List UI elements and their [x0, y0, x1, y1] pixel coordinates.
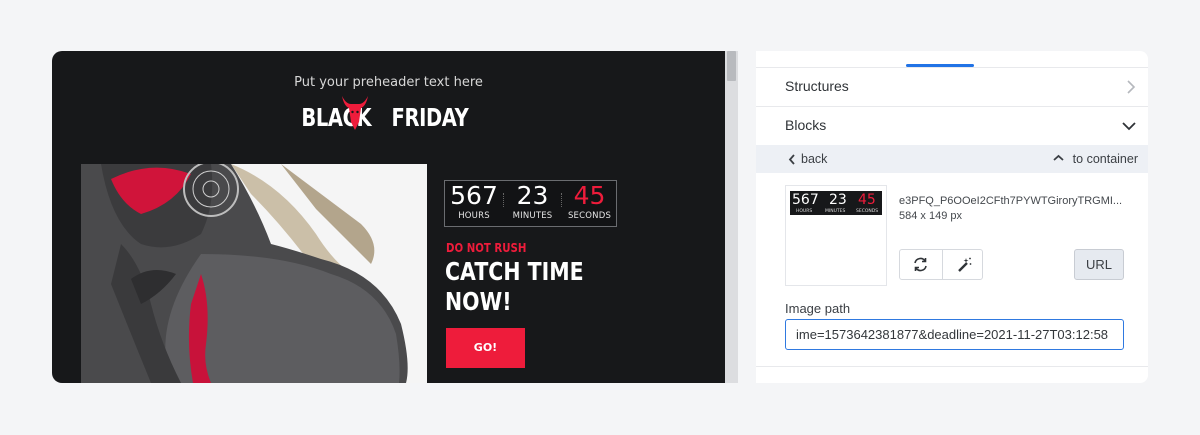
headline: CATCH TIME NOW!: [445, 257, 584, 317]
to-container-link[interactable]: to container: [1073, 152, 1138, 166]
blocks-label: Blocks: [785, 117, 827, 133]
chevron-down-icon: [1122, 122, 1136, 131]
preview-scrollbar[interactable]: [725, 51, 738, 383]
refresh-icon: [914, 257, 927, 272]
divider: [756, 366, 1148, 367]
email-preview: Put your preheader text here BLACK FRIDAY: [52, 51, 725, 383]
image-filename: e3PFQ_P6OOeI2CFth7PYWTGiroryTRGMI...: [899, 195, 1123, 207]
blocks-row[interactable]: Blocks: [756, 106, 1148, 144]
magic-wand-button[interactable]: [942, 250, 983, 279]
preview-scrollbar-thumb[interactable]: [727, 51, 736, 81]
image-thumbnail[interactable]: 567 23 45 HOURS MINUTES SECONDS: [785, 185, 887, 286]
magic-wand-icon: [958, 257, 972, 272]
headline-line-1: CATCH TIME: [445, 257, 584, 286]
navigation-bar: back to container: [756, 145, 1148, 173]
chevron-left-icon: [788, 154, 795, 165]
subheading: DO NOT RUSH: [446, 241, 527, 255]
countdown-minutes: 23 MINUTES: [512, 181, 553, 221]
preheader-text: Put your preheader text here: [294, 75, 483, 90]
countdown-hours: 567 HOURS: [450, 181, 498, 221]
chevron-up-icon: [1053, 154, 1064, 161]
thumbnail-countdown-preview: 567 23 45 HOURS MINUTES SECONDS: [790, 191, 882, 215]
settings-panel: Structures Blocks back to container 567 …: [756, 51, 1148, 383]
structures-label: Structures: [785, 78, 849, 94]
countdown-timer: 567 HOURS 23 MINUTES 45 SECONDS: [444, 180, 617, 227]
image-path-label: Image path: [785, 301, 851, 316]
structures-row[interactable]: Structures: [756, 67, 1148, 105]
go-button[interactable]: GO!: [446, 328, 525, 368]
logo-word-right: FRIDAY: [391, 103, 469, 132]
countdown-seconds: 45 SECONDS: [567, 181, 612, 221]
bull-head-icon: [342, 96, 368, 130]
image-path-input[interactable]: ime=1573642381877&deadline=2021-11-27T03…: [785, 319, 1124, 350]
image-dimensions: 584 x 149 px: [899, 210, 962, 222]
hero-image: [81, 164, 427, 383]
headline-line-2: NOW!: [445, 287, 512, 316]
refresh-button[interactable]: [900, 250, 941, 279]
chevron-right-icon: [1127, 80, 1136, 94]
url-button[interactable]: URL: [1074, 249, 1124, 280]
image-action-buttons: [899, 249, 983, 280]
back-link[interactable]: back: [801, 152, 827, 166]
